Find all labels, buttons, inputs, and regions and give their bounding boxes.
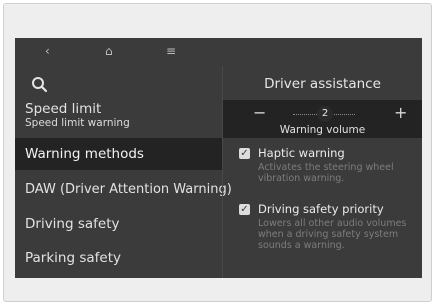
- sidebar-item-daw[interactable]: DAW (Driver Attention Warning): [15, 174, 232, 206]
- sidebar-item-sublabel: Speed limit warning: [25, 117, 130, 129]
- settings-panel: Driver assistance − 2 + Warning volume ✓…: [223, 66, 422, 278]
- sidebar-item-parking-safety[interactable]: Parking safety: [15, 242, 222, 274]
- top-navigation-bar: ‹ ⌂ ≡: [15, 38, 422, 68]
- back-icon[interactable]: ‹: [45, 44, 50, 58]
- volume-label: Warning volume: [279, 124, 366, 136]
- sidebar-item-label: Driving safety: [25, 216, 120, 232]
- sidebar-item-speed-limit[interactable]: Speed limit Speed limit warning: [15, 100, 222, 138]
- sidebar-item-label: Parking safety: [25, 250, 121, 266]
- sidebar-item-warning-methods[interactable]: Warning methods: [15, 138, 222, 170]
- sidebar-item-driving-safety[interactable]: Driving safety: [15, 208, 222, 240]
- settings-sidebar: Speed limit Speed limit warning Warning …: [15, 66, 232, 278]
- sidebar-item-label: Speed limit: [25, 101, 102, 117]
- home-icon[interactable]: ⌂: [105, 44, 113, 58]
- panel-title: Driver assistance: [264, 76, 381, 92]
- volume-value[interactable]: 2: [317, 106, 333, 122]
- warning-volume-control: − 2 + Warning volume: [223, 100, 422, 138]
- sidebar-item-label: DAW (Driver Attention Warning): [25, 182, 232, 197]
- driving-safety-priority-checkbox[interactable]: ✓: [239, 204, 250, 215]
- sidebar-item-label: Warning methods: [25, 146, 144, 162]
- search-icon[interactable]: [31, 76, 51, 96]
- volume-increase-button[interactable]: +: [394, 105, 407, 121]
- menu-icon[interactable]: ≡: [166, 44, 176, 58]
- haptic-warning-checkbox[interactable]: ✓: [239, 148, 250, 159]
- option-description: Activates the steering wheel vibration w…: [258, 162, 394, 184]
- option-label: Driving safety priority: [258, 202, 384, 216]
- option-label: Haptic warning: [258, 146, 345, 160]
- volume-decrease-button[interactable]: −: [253, 105, 266, 121]
- infotainment-screen: ‹ ⌂ ≡ Speed limit Speed limit warning Wa…: [15, 38, 422, 278]
- option-description: Lowers all other audio volumes when a dr…: [258, 218, 407, 251]
